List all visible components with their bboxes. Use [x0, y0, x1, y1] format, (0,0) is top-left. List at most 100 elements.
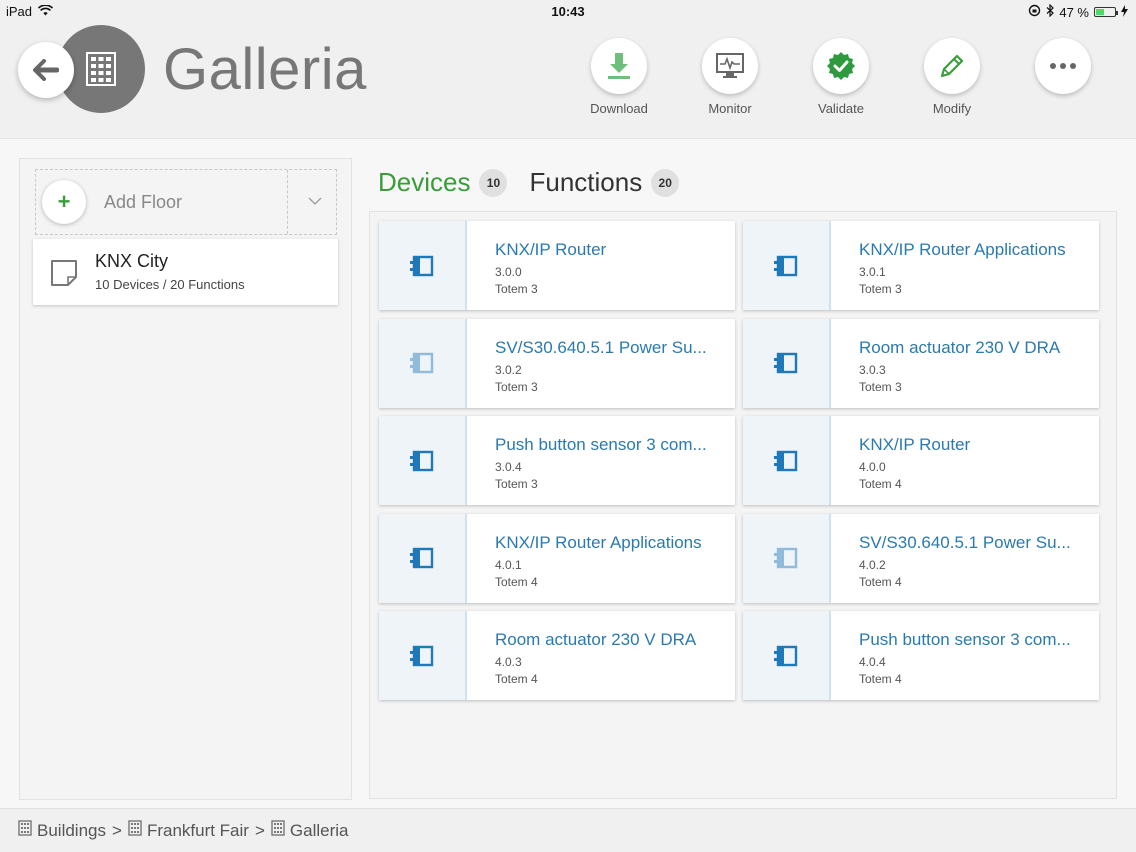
- validate-label: Validate: [817, 101, 864, 116]
- add-floor-divider: [287, 170, 288, 234]
- add-floor-label: Add Floor: [104, 191, 183, 212]
- back-arrow-icon: [33, 59, 59, 81]
- device-card[interactable]: KNX/IP Router Applications 4.0.1 Totem 4: [379, 513, 735, 603]
- device-address: 4.0.3: [495, 655, 522, 669]
- device-name: KNX/IP Router: [495, 240, 607, 259]
- device-name: KNX/IP Router Applications: [859, 240, 1066, 259]
- device-icon-box: [743, 221, 831, 310]
- device-module-icon: [774, 547, 798, 569]
- tab-devices[interactable]: Devices 10: [378, 167, 508, 198]
- device-line: Totem 3: [495, 477, 538, 491]
- device-card[interactable]: KNX/IP Router 4.0.0 Totem 4: [743, 416, 1099, 505]
- page-title: Galleria: [163, 37, 367, 102]
- add-floor-button[interactable]: +: [42, 180, 86, 224]
- monitor-button[interactable]: Monitor: [690, 38, 770, 116]
- tab-functions-count: 20: [651, 168, 680, 197]
- device-icon-box: [743, 416, 831, 505]
- device-line: Totem 4: [859, 574, 902, 589]
- device-address: 3.0.4: [495, 460, 522, 474]
- device-card[interactable]: Push button sensor 3 com... 4.0.4 Totem 4: [743, 611, 1099, 700]
- device-address: 3.0.3: [859, 362, 886, 377]
- floor-name: KNX City: [95, 251, 169, 271]
- device-line: Totem 4: [859, 672, 902, 686]
- device-grid: KNX/IP Router 3.0.0 Totem 3 KNX/IP Router A…: [369, 211, 1117, 799]
- floor-card[interactable]: KNX City 10 Devices / 20 Functions: [33, 239, 338, 305]
- download-label: Download: [590, 101, 648, 116]
- download-icon: [608, 53, 630, 79]
- device-icon-box: [743, 513, 831, 603]
- charging-icon: [1121, 4, 1128, 20]
- device-line: Totem 4: [495, 672, 538, 686]
- device-card[interactable]: Push button sensor 3 com... 3.0.4 Totem 3: [379, 416, 735, 505]
- device-name: Room actuator 230 V DRA: [495, 630, 697, 649]
- pencil-icon: [940, 54, 964, 78]
- breadcrumb-item[interactable]: Buildings: [18, 820, 106, 841]
- breadcrumb-item[interactable]: Galleria: [271, 820, 349, 841]
- breadcrumb-separator: >: [254, 820, 265, 840]
- device-name: KNX/IP Router: [859, 435, 971, 454]
- device-module-icon: [774, 255, 798, 276]
- building-icon: [271, 820, 285, 841]
- device-address: 4.0.1: [495, 557, 522, 572]
- device-card[interactable]: SV/S30.640.5.1 Power Su... 3.0.2 Totem 3: [379, 318, 735, 408]
- more-button[interactable]: [1023, 38, 1103, 94]
- bluetooth-icon: [1046, 3, 1055, 20]
- device-line: Totem 3: [859, 379, 902, 394]
- device-module-icon: [774, 352, 798, 374]
- status-time: 10:43: [551, 4, 585, 19]
- device-module-icon: [774, 645, 798, 666]
- breadcrumb-label: Buildings: [37, 820, 106, 840]
- breadcrumb-item[interactable]: Frankfurt Fair: [128, 820, 249, 841]
- device-card[interactable]: SV/S30.640.5.1 Power Su... 4.0.2 Totem 4: [743, 513, 1099, 603]
- device-name: Push button sensor 3 com...: [495, 435, 707, 454]
- device-icon-box: [379, 416, 467, 505]
- download-button[interactable]: Download: [579, 38, 659, 116]
- device-module-icon: [774, 450, 798, 471]
- building-icon: [18, 820, 32, 841]
- device-name: Push button sensor 3 com...: [859, 630, 1071, 649]
- plus-icon: +: [57, 189, 71, 214]
- device-line: Totem 4: [495, 574, 538, 589]
- breadcrumb-separator: >: [112, 820, 122, 840]
- modify-button[interactable]: Modify: [912, 38, 992, 116]
- floor-summary: 10 Devices / 20 Functions: [95, 277, 245, 292]
- tab-functions[interactable]: Functions 20: [529, 167, 680, 198]
- device-line: Totem 3: [495, 282, 538, 296]
- status-bar: iPad 10:43 47 %: [0, 0, 1136, 22]
- battery-percent: 47 %: [1059, 4, 1089, 20]
- device-module-icon: [410, 547, 434, 569]
- content-area: + Add Floor KNX City 10 Devices / 20 Fun…: [0, 138, 1136, 808]
- device-module-icon: [410, 352, 434, 374]
- add-floor-row[interactable]: + Add Floor: [35, 169, 337, 235]
- device-address: 4.0.2: [859, 557, 886, 572]
- device-address: 3.0.1: [859, 265, 886, 279]
- device-module-icon: [410, 645, 434, 666]
- device-card[interactable]: Room actuator 230 V DRA 4.0.3 Totem 4: [379, 611, 735, 700]
- device-module-icon: [410, 255, 434, 276]
- device-icon-box: [743, 318, 831, 408]
- tab-bar: Devices 10 Functions 20: [378, 167, 701, 198]
- floor-plan-icon: [50, 259, 78, 292]
- device-card[interactable]: KNX/IP Router Applications 3.0.1 Totem 3: [743, 221, 1099, 310]
- monitor-icon: [716, 53, 744, 78]
- device-address: 4.0.4: [859, 655, 886, 669]
- back-button[interactable]: [18, 42, 74, 98]
- header: Galleria Download Monitor Validate Modif…: [0, 22, 1136, 138]
- validate-button[interactable]: Validate: [801, 38, 881, 116]
- floor-panel: + Add Floor KNX City 10 Devices / 20 Fun…: [19, 158, 352, 800]
- rotation-lock-icon: [1028, 4, 1041, 20]
- device-address: 4.0.0: [859, 460, 886, 474]
- device-card[interactable]: KNX/IP Router 3.0.0 Totem 3: [379, 221, 735, 310]
- tab-functions-label: Functions: [529, 167, 643, 197]
- device-icon-box: [743, 611, 831, 700]
- device-card[interactable]: Room actuator 230 V DRA 3.0.3 Totem 3: [743, 318, 1099, 408]
- device-name: KNX/IP Router Applications: [495, 532, 702, 552]
- chevron-down-icon[interactable]: [308, 192, 322, 210]
- modify-label: Modify: [932, 101, 972, 116]
- device-line: Totem 3: [495, 379, 538, 394]
- device-icon-box: [379, 611, 467, 700]
- device-address: 3.0.0: [495, 265, 522, 279]
- battery-icon: [1094, 7, 1118, 17]
- tab-devices-count: 10: [479, 168, 508, 197]
- building-icon: [86, 52, 116, 86]
